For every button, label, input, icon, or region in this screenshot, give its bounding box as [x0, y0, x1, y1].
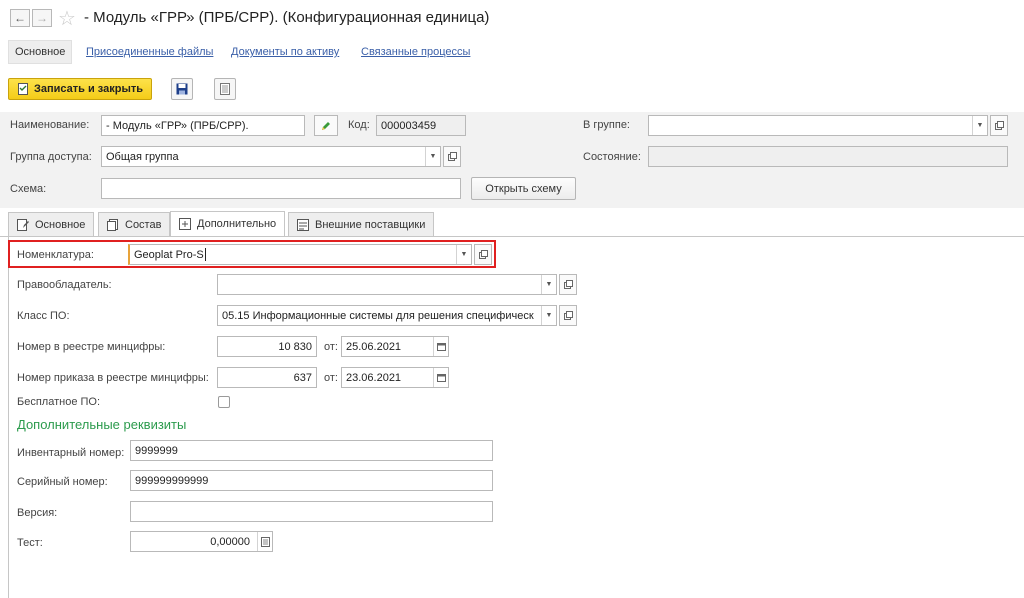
order-date-value: 23.06.2021 [346, 371, 402, 384]
document-add-icon [179, 218, 191, 230]
name-label: Наименование: [10, 119, 90, 131]
nomenclature-label: Номенклатура: [17, 249, 94, 261]
window-title: - Модуль «ГРР» (ПРБ/СРР). (Конфигурацион… [84, 9, 490, 26]
document-stack-icon [107, 218, 119, 231]
tab-composition[interactable]: Состав [98, 212, 171, 236]
section-tab-docs[interactable]: Документы по активу [231, 46, 339, 58]
access-group-label: Группа доступа: [10, 151, 92, 163]
registry-number-field[interactable]: 10 830 [217, 336, 317, 357]
report-button[interactable] [214, 78, 236, 100]
access-group-open-button[interactable] [443, 146, 461, 167]
state-field [648, 146, 1008, 167]
additional-attributes-heading: Дополнительные реквизиты [17, 417, 187, 432]
forward-button[interactable]: → [32, 9, 52, 27]
class-value: 05.15 Информационные системы для решения… [222, 309, 534, 322]
nomenclature-value: Geoplat Pro-S [134, 248, 204, 261]
free-software-label: Бесплатное ПО: [17, 396, 101, 408]
section-tab-processes[interactable]: Связанные процессы [361, 46, 470, 58]
order-number-field[interactable]: 637 [217, 367, 317, 388]
registry-date-label: от: [324, 341, 338, 353]
calculator-icon[interactable] [257, 532, 272, 551]
owner-open-button[interactable] [559, 274, 577, 295]
open-window-icon [478, 250, 488, 259]
name-field[interactable]: - Модуль «ГРР» (ПРБ/СРР). [101, 115, 305, 136]
tab-composition-label: Состав [125, 218, 162, 231]
group-field[interactable]: ▼ [648, 115, 988, 136]
access-group-field[interactable]: Общая группа ▼ [101, 146, 441, 167]
tab-external-suppliers[interactable]: Внешние поставщики [288, 212, 435, 236]
pencil-icon [320, 120, 332, 132]
calendar-icon[interactable] [433, 368, 448, 387]
save-button[interactable] [171, 78, 193, 100]
class-label: Класс ПО: [17, 310, 70, 322]
group-open-button[interactable] [990, 115, 1008, 136]
code-label: Код: [348, 119, 370, 131]
inventory-number-label: Инвентарный номер: [17, 447, 125, 459]
version-label: Версия: [17, 507, 58, 519]
registry-date-value: 25.06.2021 [346, 340, 402, 353]
owner-field[interactable]: ▼ [217, 274, 557, 295]
open-window-icon [994, 121, 1004, 130]
group-label: В группе: [583, 119, 630, 131]
inventory-number-field[interactable]: 9999999 [130, 440, 493, 461]
scheme-field[interactable] [101, 178, 461, 199]
test-label: Тест: [17, 537, 43, 549]
save-and-close-button[interactable]: Записать и закрыть [8, 78, 153, 100]
tab-additional[interactable]: Дополнительно [170, 211, 286, 236]
supplier-list-icon [297, 218, 309, 231]
access-group-value: Общая группа [106, 150, 179, 163]
tabs-divider [0, 236, 1024, 237]
chevron-down-icon[interactable]: ▼ [972, 116, 987, 135]
open-window-icon [447, 152, 457, 161]
owner-label: Правообладатель: [17, 279, 112, 291]
open-scheme-button[interactable]: Открыть схему [471, 177, 576, 200]
floppy-disk-icon [176, 83, 188, 95]
arrow-right-icon: → [36, 11, 48, 25]
save-and-close-label: Записать и закрыть [34, 83, 144, 95]
order-date-label: от: [324, 372, 338, 384]
chevron-down-icon[interactable]: ▼ [541, 306, 556, 325]
document-save-icon [17, 83, 29, 95]
registry-number-label: Номер в реестре минцифры: [17, 341, 166, 353]
scheme-label: Схема: [10, 183, 47, 195]
chevron-down-icon[interactable]: ▼ [425, 147, 440, 166]
back-button[interactable]: ← [10, 9, 30, 27]
class-field[interactable]: 05.15 Информационные системы для решения… [217, 305, 557, 326]
free-software-checkbox[interactable] [218, 396, 230, 408]
favorite-star-icon[interactable]: ☆ [58, 6, 76, 31]
open-window-icon [563, 280, 573, 289]
edit-name-button[interactable] [314, 115, 338, 136]
open-window-icon [563, 311, 573, 320]
section-tab-main[interactable]: Основное [8, 40, 73, 64]
test-field[interactable]: 0,00000 [130, 531, 273, 552]
chevron-down-icon[interactable]: ▼ [456, 245, 471, 264]
serial-number-label: Серийный номер: [17, 476, 108, 488]
document-list-icon [220, 83, 230, 95]
state-label: Состояние: [583, 151, 641, 163]
test-value: 0,00000 [210, 535, 250, 548]
version-field[interactable] [130, 501, 493, 522]
order-date-field[interactable]: 23.06.2021 [341, 367, 449, 388]
tab-additional-label: Дополнительно [197, 218, 277, 230]
nomenclature-field[interactable]: Geoplat Pro-S ▼ [128, 244, 472, 265]
arrow-left-icon: ← [14, 11, 26, 25]
class-open-button[interactable] [559, 305, 577, 326]
tab-main[interactable]: Основное [8, 212, 95, 236]
serial-number-field[interactable]: 999999999999 [130, 470, 493, 491]
calendar-icon[interactable] [433, 337, 448, 356]
tab-main-label: Основное [35, 218, 86, 231]
nomenclature-open-button[interactable] [474, 244, 492, 265]
section-tab-files[interactable]: Присоединенные файлы [86, 46, 213, 58]
code-field: 000003459 [376, 115, 466, 136]
tab-external-suppliers-label: Внешние поставщики [315, 218, 426, 231]
order-number-label: Номер приказа в реестре минцифры: [17, 372, 209, 384]
registry-date-field[interactable]: 25.06.2021 [341, 336, 449, 357]
content-left-border [8, 237, 9, 598]
chevron-down-icon[interactable]: ▼ [541, 275, 556, 294]
edit-document-icon [17, 218, 29, 231]
text-cursor [204, 248, 206, 261]
